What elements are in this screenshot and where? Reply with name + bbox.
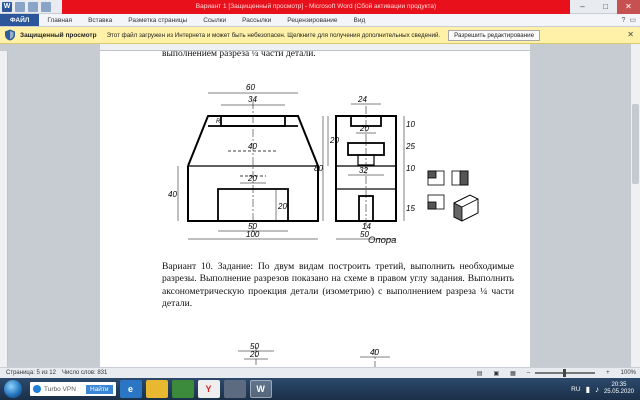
dim-side-c: 25: [405, 142, 415, 151]
redo-icon[interactable]: [41, 2, 51, 12]
window-controls: – □ ✕: [571, 0, 640, 14]
system-tray: RU ▮ ♪ 20:35 25.05.2020: [571, 382, 640, 396]
protected-view-message[interactable]: Этот файл загружен из Интернета и может …: [107, 32, 441, 39]
language-indicator[interactable]: RU: [571, 386, 580, 393]
volume-icon[interactable]: ♪: [595, 385, 599, 394]
vpn-icon: [33, 385, 41, 393]
dim-front-top: 60: [246, 83, 255, 92]
help-icon[interactable]: ?: [621, 17, 625, 24]
dim-side-e: 10: [406, 164, 415, 173]
taskbar-media-icon[interactable]: [223, 380, 246, 398]
vertical-ruler[interactable]: [0, 51, 8, 367]
horizontal-ruler[interactable]: [100, 44, 530, 51]
clock[interactable]: 20:35 25.05.2020: [604, 382, 634, 396]
section-scheme: [427, 170, 479, 222]
tab-review[interactable]: Рецензирование: [279, 14, 345, 26]
tab-page-layout[interactable]: Разметка страницы: [120, 14, 195, 26]
window-title: Вариант 1 [Защищенный просмотр] - Micros…: [62, 0, 570, 14]
taskbar: Turbo VPN Найти e Y W RU ▮ ♪ 20:35 25.05…: [0, 378, 640, 400]
vpn-label: Turbo VPN: [44, 385, 76, 393]
zoom-level[interactable]: 100%: [621, 370, 636, 376]
taskbar-ie-icon[interactable]: e: [119, 380, 142, 398]
page-count[interactable]: Страница: 5 из 12: [6, 370, 56, 376]
next-drawing: 50 20 40: [238, 342, 390, 367]
drawing-caption: Опора: [368, 235, 397, 246]
vertical-scrollbar[interactable]: [630, 44, 640, 367]
zoom-in-icon[interactable]: +: [606, 370, 610, 376]
dim-next-c: 40: [370, 348, 379, 357]
technical-drawing: 60 34 R 20 40 20 20 40 50 100 24 20 10 2…: [168, 83, 479, 240]
start-button[interactable]: [4, 380, 22, 398]
protected-view-title: Защищенный просмотр: [20, 31, 97, 39]
protected-view-bar: Защищенный просмотр Этот файл загружен и…: [0, 27, 640, 44]
close-protected-bar-icon[interactable]: ✕: [627, 30, 634, 39]
document-top-line: выполнением разреза ¼ части детали.: [162, 51, 316, 59]
enable-editing-button[interactable]: Разрешить редактирование: [448, 29, 541, 41]
network-icon[interactable]: ▮: [586, 385, 590, 394]
zoom-out-icon[interactable]: –: [527, 370, 530, 376]
word-logo-icon[interactable]: W: [2, 2, 12, 12]
ribbon-right-controls: ? ▭: [621, 14, 640, 26]
status-bar: Страница: 5 из 12 Число слов: 831 ▤ ▣ ▦ …: [0, 367, 640, 378]
clock-time: 20:35: [611, 382, 627, 388]
dim-side-top: 24: [357, 95, 367, 104]
clock-date: 25.05.2020: [603, 389, 634, 395]
zoom-slider[interactable]: [535, 369, 596, 377]
dim-side-g: 15: [406, 204, 415, 213]
front-view: 60 34 R 20 40 20 20 40 50 100: [168, 83, 339, 240]
dim-front-total: 100: [246, 230, 260, 239]
tab-view[interactable]: Вид: [346, 14, 374, 26]
dim-front-inner-top: 34: [248, 95, 257, 104]
scrollbar-thumb[interactable]: [632, 104, 639, 184]
dim-front-mid: 40: [248, 142, 257, 151]
taskbar-app-icon[interactable]: [171, 380, 194, 398]
ribbon-options-icon[interactable]: ▭: [629, 16, 636, 24]
dim-side-d: 32: [359, 166, 368, 175]
taskbar-yandex-icon[interactable]: Y: [197, 380, 220, 398]
tab-mailings[interactable]: Рассылки: [234, 14, 279, 26]
title-bar: W Вариант 1 [Защищенный просмотр] - Micr…: [0, 0, 640, 14]
web-layout-icon[interactable]: ▦: [510, 370, 516, 377]
tab-file[interactable]: ФАЙЛ: [0, 14, 40, 26]
tab-references[interactable]: Ссылки: [195, 14, 234, 26]
undo-icon[interactable]: [28, 2, 38, 12]
taskbar-folder-icon[interactable]: [145, 380, 168, 398]
dim-front-left: 40: [168, 190, 177, 199]
quick-access-toolbar: W: [2, 2, 51, 12]
dim-front-r: R: [216, 119, 221, 125]
vpn-find-button[interactable]: Найти: [86, 384, 113, 394]
ribbon-tabs: ФАЙЛ Главная Вставка Разметка страницы С…: [0, 14, 640, 27]
dim-side-height: 80: [314, 164, 323, 173]
vpn-search[interactable]: Turbo VPN Найти: [30, 382, 116, 396]
tab-home[interactable]: Главная: [39, 14, 80, 26]
dim-next-b: 20: [249, 350, 259, 359]
status-right: ▤ ▣ ▦ – + 100%: [471, 369, 640, 377]
taskbar-word-icon[interactable]: W: [249, 380, 272, 398]
close-button[interactable]: ✕: [617, 0, 640, 14]
dim-side-b: 10: [406, 120, 415, 129]
read-mode-icon[interactable]: ▤: [477, 370, 483, 377]
dim-front-height: 20: [277, 202, 287, 211]
dim-front-hole: 20: [247, 174, 257, 183]
minimize-button[interactable]: –: [571, 0, 594, 14]
tab-insert[interactable]: Вставка: [80, 14, 120, 26]
side-view: 24 20 10 25 32 10 14 15 50 80: [314, 95, 415, 240]
task-paragraph: Вариант 10. Задание: По двум видам постр…: [162, 261, 514, 310]
save-icon[interactable]: [15, 2, 25, 12]
dim-front-right: 20: [329, 136, 339, 145]
document-page[interactable]: выполнением разреза ¼ части детали. 60 3…: [100, 51, 530, 367]
dim-side-a: 20: [359, 124, 369, 133]
word-count[interactable]: Число слов: 831: [62, 370, 107, 376]
maximize-button[interactable]: □: [594, 0, 617, 14]
shield-icon: [5, 29, 15, 41]
print-layout-icon[interactable]: ▣: [493, 370, 499, 377]
